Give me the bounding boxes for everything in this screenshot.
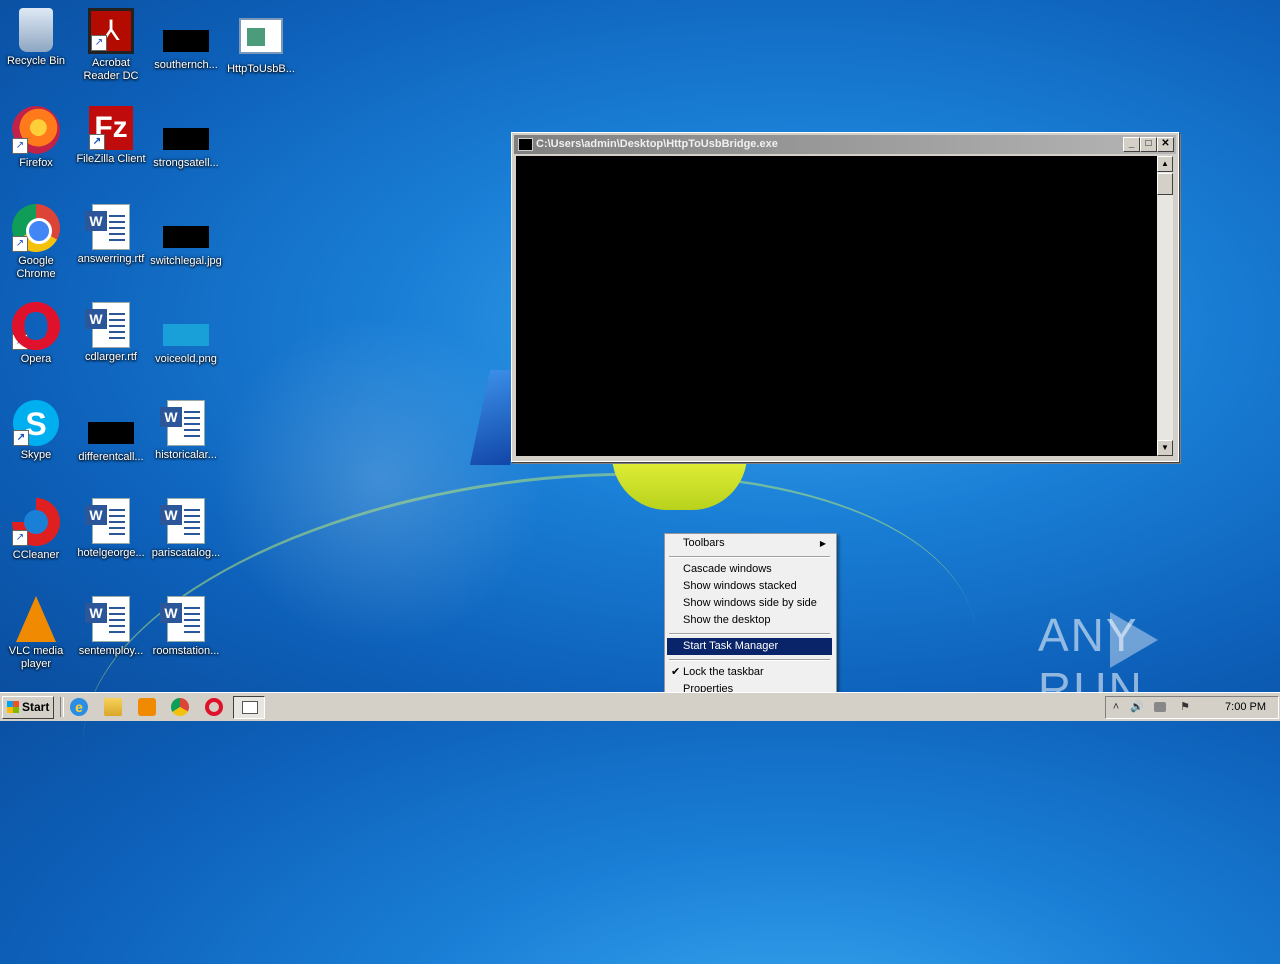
desktop-icon-recycle-bin[interactable]: Recycle Bin	[0, 8, 73, 68]
word-document-icon	[160, 498, 205, 544]
chrome-icon[interactable]	[171, 698, 189, 716]
console-title: C:\Users\admin\Desktop\HttpToUsbBridge.e…	[536, 138, 778, 150]
show-hidden-icons-icon[interactable]: ˄	[1109, 700, 1123, 714]
firefox-icon: ↗	[12, 106, 60, 154]
scroll-up-icon[interactable]: ▲	[1157, 156, 1173, 172]
desktop-icon-strongsatell[interactable]: strongsatell...	[149, 106, 223, 170]
console-icon	[518, 138, 533, 151]
application-window-icon	[239, 18, 283, 54]
desktop-icon-firefox[interactable]: ↗ Firefox	[0, 106, 73, 170]
word-document-icon	[85, 204, 130, 250]
black-image-icon	[88, 422, 134, 444]
desktop-icon-chrome[interactable]: ↗ Google Chrome	[0, 204, 73, 281]
menu-item-stacked[interactable]: Show windows stacked	[667, 578, 832, 595]
opera-icon[interactable]	[205, 698, 223, 716]
shortcut-arrow-icon: ↗	[12, 236, 28, 252]
black-image-icon	[163, 128, 209, 150]
word-document-icon	[85, 302, 130, 348]
black-image-icon	[163, 226, 209, 248]
shortcut-arrow-icon: ↗	[12, 334, 28, 350]
menu-separator	[669, 633, 830, 635]
filezilla-icon: Fz ↗	[89, 106, 133, 150]
desktop-icon-vlc[interactable]: VLC media player	[0, 596, 73, 671]
console-app-icon	[242, 701, 258, 714]
word-document-icon	[85, 596, 130, 642]
minimize-button[interactable]: _	[1123, 137, 1140, 152]
ccleaner-icon: ↗	[12, 498, 60, 546]
desktop-icon-pariscatalog[interactable]: pariscatalog...	[149, 498, 223, 560]
menu-item-toolbars[interactable]: Toolbars ▶	[667, 535, 832, 552]
menu-item-task-manager[interactable]: Start Task Manager	[667, 638, 832, 655]
desktop-icon-roomstation[interactable]: roomstation...	[149, 596, 223, 658]
menu-separator	[669, 659, 830, 661]
clock[interactable]: 7:00 PM	[1225, 697, 1266, 718]
desktop-icon-cdlarger[interactable]: cdlarger.rtf	[74, 302, 148, 364]
taskbar-context-menu: Toolbars ▶ Cascade windows Show windows …	[664, 533, 837, 702]
word-document-icon	[160, 400, 205, 446]
shortcut-arrow-icon: ↗	[12, 138, 28, 154]
desktop-icon-historicalar[interactable]: historicalar...	[149, 400, 223, 462]
action-center-flag-icon[interactable]: ⚑	[1178, 700, 1192, 714]
vlc-icon	[16, 596, 56, 642]
black-image-icon	[163, 30, 209, 52]
network-icon[interactable]	[1154, 702, 1166, 712]
recycle-bin-icon	[19, 8, 53, 52]
shortcut-arrow-icon: ↗	[91, 35, 107, 51]
taskbar-separator	[60, 697, 64, 717]
desktop-icon-differentcall[interactable]: differentcall...	[74, 400, 148, 464]
desktop-icon-acrobat[interactable]: ⅄ ↗ Acrobat Reader DC	[74, 8, 148, 83]
desktop-icon-sentemploy[interactable]: sentemploy...	[74, 596, 148, 658]
shortcut-arrow-icon: ↗	[89, 134, 105, 150]
close-button[interactable]: ✕	[1157, 137, 1174, 152]
cyan-image-icon	[163, 324, 209, 346]
word-document-icon	[160, 596, 205, 642]
menu-item-show-desktop[interactable]: Show the desktop	[667, 612, 832, 629]
skype-icon: S ↗	[13, 400, 59, 446]
desktop-icon-hotelgeorge[interactable]: hotelgeorge...	[74, 498, 148, 560]
checkmark-icon: ✔	[671, 666, 681, 678]
taskbar[interactable]: Start e ˄ 🔊 ⚑ 7:00 PM	[0, 692, 1280, 721]
acrobat-icon: ⅄ ↗	[88, 8, 134, 54]
opera-icon: ↗	[12, 302, 60, 350]
console-window[interactable]: C:\Users\admin\Desktop\HttpToUsbBridge.e…	[511, 132, 1179, 462]
desktop-icon-filezilla[interactable]: Fz ↗ FileZilla Client	[74, 106, 148, 166]
console-titlebar[interactable]: C:\Users\admin\Desktop\HttpToUsbBridge.e…	[514, 135, 1176, 154]
desktop-icon-httptousbbridge[interactable]: HttpToUsbB...	[224, 8, 298, 76]
system-tray: ˄ 🔊 ⚑ 7:00 PM	[1105, 696, 1279, 719]
windows-logo-icon	[7, 701, 19, 713]
volume-icon[interactable]: 🔊	[1130, 700, 1144, 714]
chrome-icon: ↗	[12, 204, 60, 252]
desktop-icon-southernch[interactable]: southernch...	[149, 8, 223, 72]
desktop-icon-voiceold[interactable]: voiceold.png	[149, 302, 223, 366]
media-player-icon[interactable]	[138, 698, 156, 716]
menu-item-lock-taskbar[interactable]: ✔ Lock the taskbar	[667, 664, 832, 681]
submenu-arrow-icon: ▶	[819, 539, 826, 548]
desktop-icon-opera[interactable]: ↗ Opera	[0, 302, 73, 366]
vertical-scrollbar[interactable]: ▲ ▼	[1157, 156, 1173, 456]
maximize-button[interactable]: □	[1140, 137, 1157, 152]
desktop-icon-skype[interactable]: S ↗ Skype	[0, 400, 73, 462]
menu-item-cascade[interactable]: Cascade windows	[667, 561, 832, 578]
shortcut-arrow-icon: ↗	[12, 530, 28, 546]
internet-explorer-icon[interactable]: e	[70, 698, 88, 716]
explorer-folder-icon[interactable]	[104, 698, 122, 716]
desktop-icon-switchlegal[interactable]: switchlegal.jpg	[149, 204, 223, 268]
menu-separator	[669, 556, 830, 558]
word-document-icon	[85, 498, 130, 544]
scroll-thumb[interactable]	[1157, 173, 1173, 195]
console-output[interactable]	[516, 156, 1157, 456]
desktop-icon-answerring[interactable]: answerring.rtf	[74, 204, 148, 266]
menu-item-side-by-side[interactable]: Show windows side by side	[667, 595, 832, 612]
shortcut-arrow-icon: ↗	[13, 430, 29, 446]
start-button[interactable]: Start	[2, 696, 54, 719]
taskbar-button-console[interactable]	[233, 696, 265, 719]
scroll-down-icon[interactable]: ▼	[1157, 440, 1173, 456]
desktop-icon-ccleaner[interactable]: ↗ CCleaner	[0, 498, 73, 562]
